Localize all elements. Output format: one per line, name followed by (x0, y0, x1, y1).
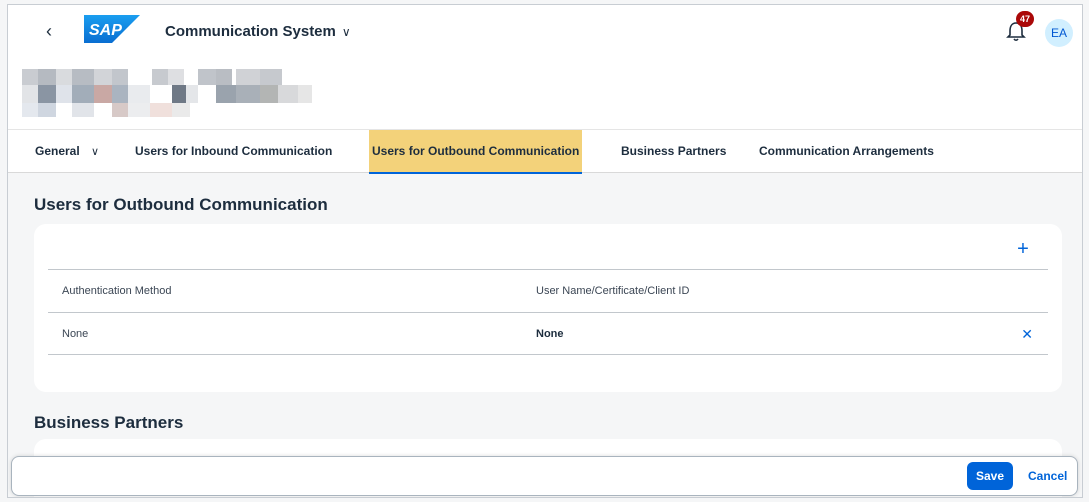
tab-communication-arrangements[interactable]: Communication Arrangements (759, 130, 934, 174)
delete-icon[interactable]: ✕ (1021, 313, 1033, 356)
tab-general-label: General (35, 144, 80, 158)
column-header-user-name: User Name/Certificate/Client ID (536, 285, 690, 297)
avatar[interactable]: EA (1045, 19, 1073, 47)
app-window: ‹ SAP Communication System ∨ 47 EA Gener… (7, 4, 1083, 498)
column-header-authentication-method: Authentication Method (62, 285, 172, 297)
object-header (8, 59, 1082, 129)
authentication-method-value: None (62, 328, 89, 340)
svg-text:SAP: SAP (89, 22, 122, 39)
app-title: Communication System (165, 23, 336, 40)
app-title-menu[interactable]: Communication System ∨ (165, 23, 351, 40)
notification-badge: 47 (1016, 11, 1034, 27)
sap-logo: SAP (84, 15, 140, 43)
tab-bar: General ∨ Users for Inbound Communicatio… (8, 129, 1082, 174)
tab-general[interactable]: General ∨ (35, 130, 99, 174)
table-row[interactable]: None None ✕ (48, 312, 1048, 355)
table-header-row: Authentication Method User Name/Certific… (48, 269, 1048, 312)
user-name-value: None (536, 328, 564, 340)
redacted-header-image (22, 69, 312, 123)
save-button[interactable]: Save (967, 462, 1013, 490)
outbound-users-table: Authentication Method User Name/Certific… (48, 269, 1048, 355)
tab-business-partners[interactable]: Business Partners (621, 130, 726, 174)
tab-users-inbound[interactable]: Users for Inbound Communication (135, 130, 332, 174)
tab-users-outbound[interactable]: Users for Outbound Communication (369, 130, 583, 174)
chevron-down-icon: ∨ (341, 24, 351, 39)
add-icon[interactable]: + (1012, 238, 1034, 260)
section-title-outbound: Users for Outbound Communication (34, 195, 328, 214)
footer-toolbar: Save Cancel (11, 456, 1078, 496)
section-title-business-partners: Business Partners (34, 413, 184, 432)
outbound-users-card: + Authentication Method User Name/Certif… (34, 224, 1062, 392)
shell-bar: ‹ SAP Communication System ∨ 47 EA (8, 5, 1082, 59)
back-icon[interactable]: ‹ (46, 22, 62, 41)
cancel-button[interactable]: Cancel (1028, 462, 1067, 490)
chevron-down-icon: ∨ (91, 146, 100, 158)
